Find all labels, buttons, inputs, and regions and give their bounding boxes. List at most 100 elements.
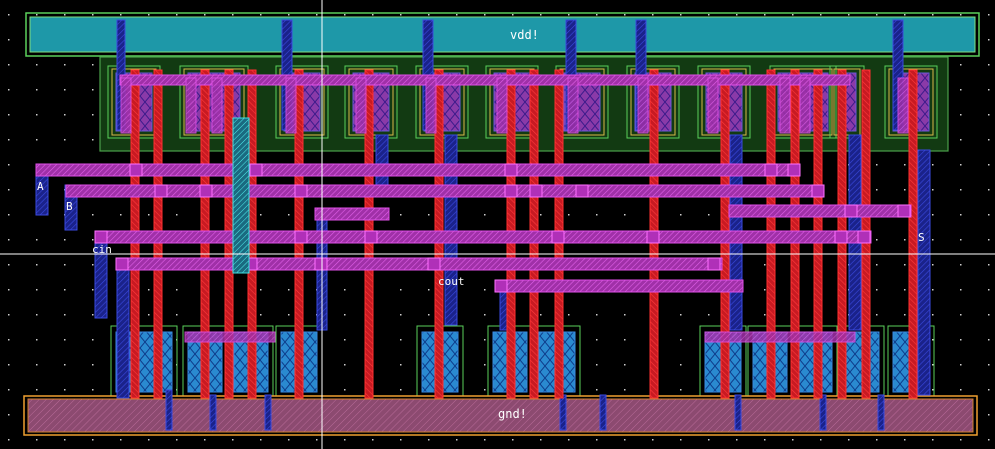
pin-a-label[interactable]: A	[37, 181, 44, 193]
grid-dot	[8, 439, 10, 441]
grid-dot	[988, 264, 990, 266]
grid-dot	[904, 439, 906, 441]
grid-dot	[428, 289, 430, 291]
via-contact	[504, 184, 518, 198]
metal1-finger	[425, 77, 437, 134]
via-contact	[844, 204, 858, 218]
metal1-finger	[704, 331, 856, 343]
via-contact	[575, 184, 589, 198]
grid-dot	[400, 389, 402, 391]
grid-dot	[64, 239, 66, 241]
grid-dot	[8, 189, 10, 191]
grid-dot	[64, 289, 66, 291]
grid-dot	[260, 439, 262, 441]
metal1-route	[115, 257, 723, 271]
pin-b-label[interactable]: B	[66, 201, 73, 213]
grid-dot	[176, 314, 178, 316]
grid-dot	[36, 439, 38, 441]
grid-dot	[596, 339, 598, 341]
grid-dot	[932, 164, 934, 166]
grid-dot	[484, 14, 486, 16]
grid-dot	[92, 14, 94, 16]
grid-dot	[372, 439, 374, 441]
grid-dot	[8, 14, 10, 16]
grid-dot	[596, 364, 598, 366]
grid-dot	[428, 14, 430, 16]
pin-s-label[interactable]: S	[918, 232, 925, 244]
via-contact	[707, 257, 721, 271]
grid-dot	[960, 389, 962, 391]
via-contact	[199, 184, 213, 198]
metal1-finger	[184, 331, 276, 343]
grid-dot	[764, 289, 766, 291]
grid-dot	[344, 339, 346, 341]
grid-dot	[596, 389, 598, 391]
poly-gate	[908, 69, 918, 399]
grid-dot	[176, 439, 178, 441]
grid-dot	[932, 189, 934, 191]
via-contact	[504, 163, 518, 177]
pin-cout-label[interactable]: cout	[438, 276, 465, 288]
grid-dot	[540, 439, 542, 441]
grid-dot	[484, 214, 486, 216]
grid-dot	[960, 114, 962, 116]
grid-dot	[932, 389, 934, 391]
via-contact	[294, 230, 308, 244]
grid-dot	[876, 439, 878, 441]
vdd-rail[interactable]	[25, 12, 980, 57]
grid-dot	[92, 364, 94, 366]
via-contact	[529, 184, 543, 198]
grid-dot	[8, 139, 10, 141]
metal1-finger	[185, 77, 197, 134]
grid-dot	[596, 314, 598, 316]
layout-canvas[interactable]	[0, 0, 995, 449]
grid-dot	[848, 439, 850, 441]
grid-dot	[260, 289, 262, 291]
grid-dot	[540, 214, 542, 216]
grid-dot	[120, 214, 122, 216]
grid-dot	[512, 439, 514, 441]
grid-dot	[372, 14, 374, 16]
grid-dot	[288, 214, 290, 216]
grid-dot	[988, 14, 990, 16]
grid-dot	[8, 414, 10, 416]
grid-dot	[176, 14, 178, 16]
grid-dot	[36, 239, 38, 241]
grid-dot	[904, 164, 906, 166]
grid-dot	[64, 364, 66, 366]
grid-dot	[568, 439, 570, 441]
grid-dot	[92, 289, 94, 291]
grid-dot	[8, 389, 10, 391]
grid-dot	[484, 389, 486, 391]
grid-dot	[92, 439, 94, 441]
metal1-finger	[211, 77, 223, 134]
grid-dot	[960, 189, 962, 191]
grid-dot	[344, 314, 346, 316]
via-contact	[494, 279, 508, 293]
via-contact	[314, 257, 328, 271]
grid-dot	[960, 89, 962, 91]
grid-dot	[904, 264, 906, 266]
grid-dot	[204, 14, 206, 16]
via-strap	[232, 117, 250, 274]
grid-dot	[624, 214, 626, 216]
metal2-strap	[917, 149, 931, 396]
via-contact	[115, 257, 129, 271]
grid-dot	[36, 389, 38, 391]
grid-dot	[904, 239, 906, 241]
grid-dot	[820, 439, 822, 441]
grid-dot	[400, 289, 402, 291]
grid-dot	[708, 314, 710, 316]
grid-dot	[624, 14, 626, 16]
pin-cin-label[interactable]: cin	[92, 244, 112, 256]
grid-dot	[36, 264, 38, 266]
grid-dot	[960, 214, 962, 216]
grid-dot	[652, 439, 654, 441]
grid-dot	[988, 339, 990, 341]
grid-dot	[596, 214, 598, 216]
metal2-strap	[209, 394, 217, 431]
grid-dot	[876, 14, 878, 16]
metal1-finger	[567, 77, 579, 134]
grid-dot	[960, 139, 962, 141]
grid-dot	[988, 289, 990, 291]
